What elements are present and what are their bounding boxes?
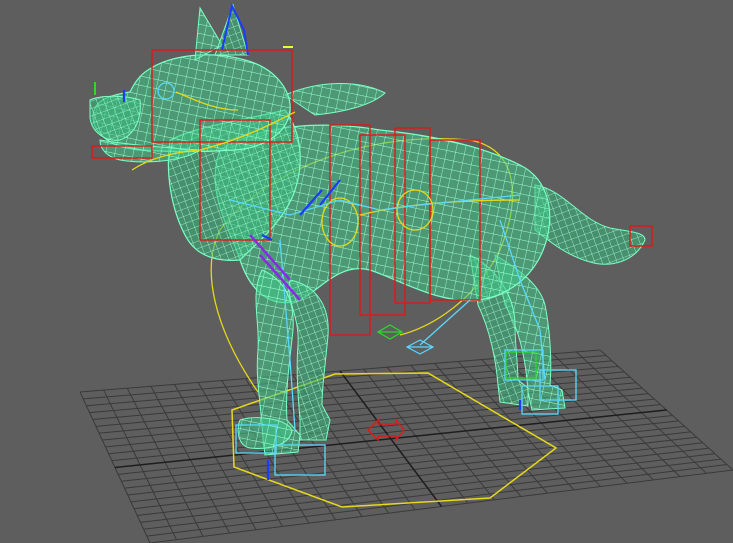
red-cross-locator-icon[interactable] [367,418,405,442]
green-locator-icon[interactable] [376,324,404,340]
3d-viewport[interactable] [0,0,733,543]
dog-tail[interactable] [534,184,646,265]
scene-canvas[interactable] [0,0,733,543]
dog-wireframe-mesh[interactable] [89,3,646,456]
ik-chain[interactable] [419,299,471,346]
dog-ear-right[interactable] [283,83,386,116]
ground-grid [79,349,733,543]
diamond-locator-icon[interactable] [405,339,435,355]
grid-line [339,370,443,507]
origin-locator[interactable] [367,418,405,442]
